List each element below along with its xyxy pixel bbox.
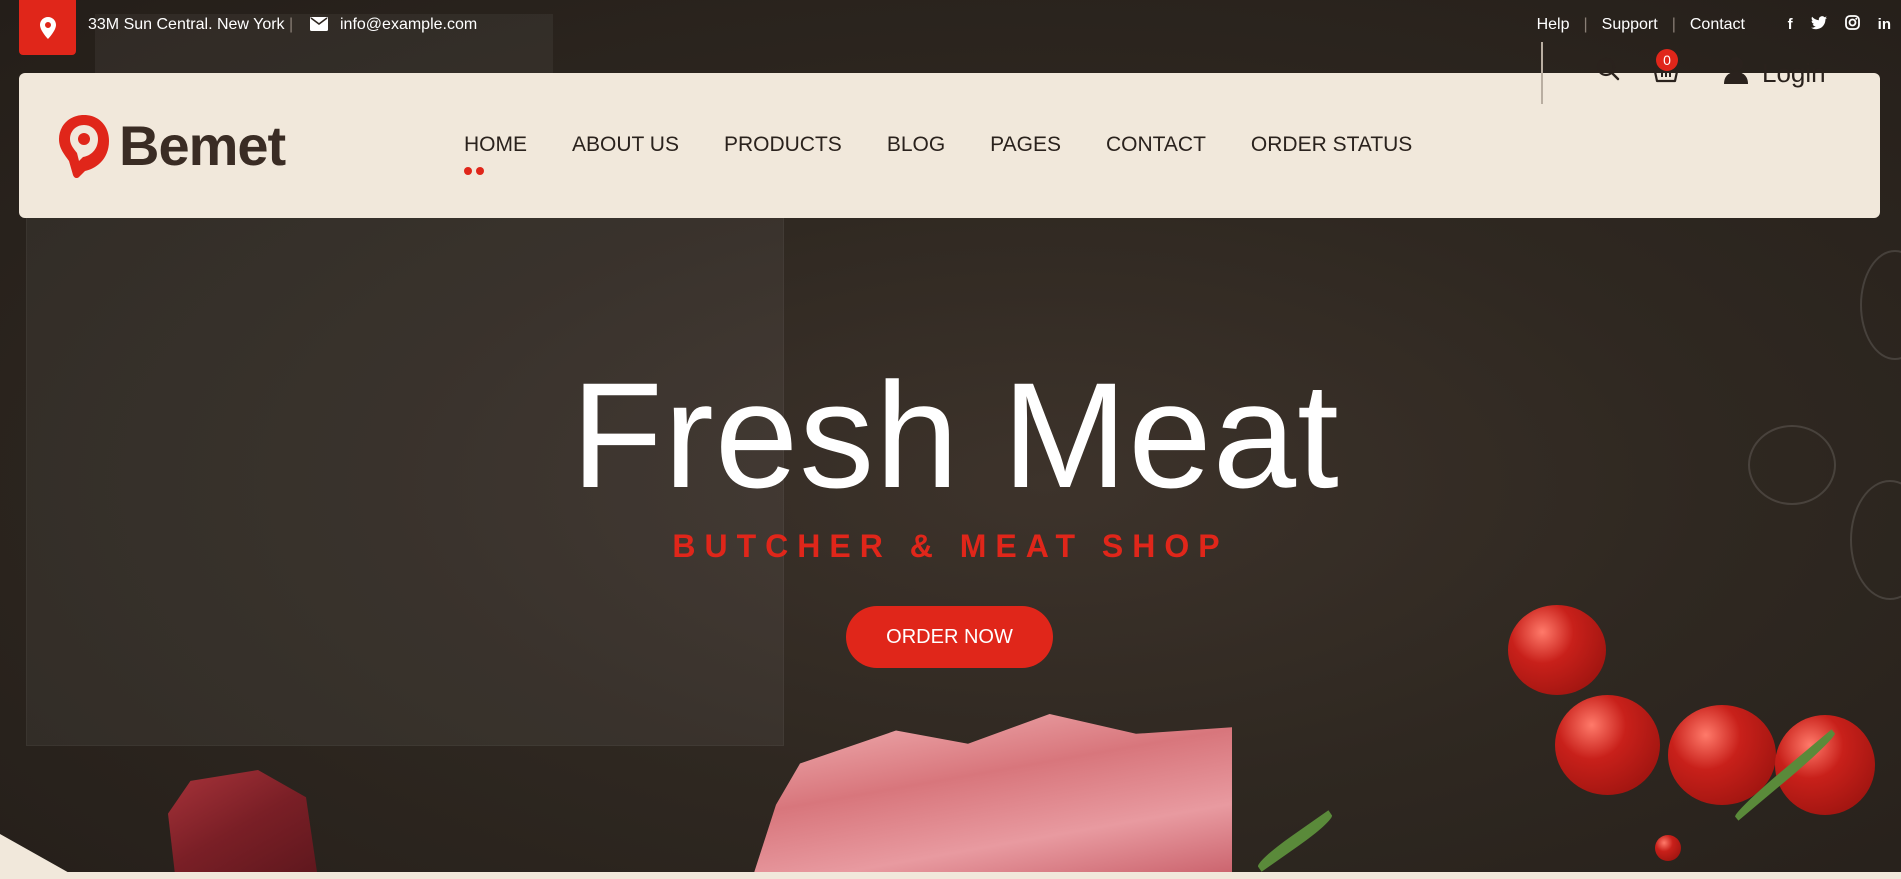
top-link-contact[interactable]: Contact xyxy=(1690,16,1745,34)
top-link-separator: | xyxy=(1583,16,1588,33)
top-links: Help | Support | Contact xyxy=(1537,16,1745,34)
main-nav: HOME ABOUT US PRODUCTS BLOG PAGES CONTAC… xyxy=(464,133,1412,175)
nav-item-blog[interactable]: BLOG xyxy=(887,133,945,157)
linkedin-icon[interactable]: in xyxy=(1878,16,1891,33)
top-link-separator: | xyxy=(1671,16,1676,33)
social-links: f in xyxy=(1788,15,1891,34)
tomato-image xyxy=(1508,605,1606,695)
user-icon[interactable] xyxy=(1724,56,1750,84)
bottom-strip xyxy=(0,872,1901,879)
top-address: 33M Sun Central. New York xyxy=(88,16,285,33)
envelope-icon xyxy=(310,17,328,36)
top-link-support[interactable]: Support xyxy=(1602,16,1658,34)
nav-item-contact[interactable]: CONTACT xyxy=(1106,133,1206,157)
instagram-icon[interactable] xyxy=(1844,15,1860,34)
nav-item-home[interactable]: HOME xyxy=(464,133,527,175)
header-divider xyxy=(1541,42,1543,104)
nav-item-about-us[interactable]: ABOUT US xyxy=(572,133,679,157)
order-now-button[interactable]: ORDER NOW xyxy=(846,606,1053,668)
nav-item-label: HOME xyxy=(464,133,527,156)
tomato-image xyxy=(1555,695,1660,795)
search-icon[interactable] xyxy=(1596,57,1622,83)
top-link-help[interactable]: Help xyxy=(1537,16,1570,34)
nav-item-products[interactable]: PRODUCTS xyxy=(724,133,842,157)
main-header: Bemet HOME ABOUT US PRODUCTS BLOG PAGES … xyxy=(19,73,1880,218)
location-pin-icon xyxy=(19,0,76,55)
meat-logo-icon xyxy=(59,115,109,179)
cart-count-badge: 0 xyxy=(1656,49,1678,71)
top-separator: | xyxy=(289,16,294,33)
hero-title: Fresh Meat xyxy=(571,351,1340,519)
hero-subtitle: BUTCHER & MEAT SHOP xyxy=(672,528,1229,564)
nav-item-pages[interactable]: PAGES xyxy=(990,133,1061,157)
top-email-link[interactable]: info@example.com xyxy=(340,16,477,34)
login-link[interactable]: Login xyxy=(1762,58,1826,89)
top-bar: 33M Sun Central. New York | info@example… xyxy=(0,0,1901,55)
nav-item-order-status[interactable]: ORDER STATUS xyxy=(1251,133,1412,157)
logo-text: Bemet xyxy=(119,114,286,177)
site-logo[interactable]: Bemet xyxy=(55,113,286,179)
active-indicator xyxy=(464,167,484,175)
facebook-icon[interactable]: f xyxy=(1788,16,1793,33)
peppercorn-image xyxy=(1655,835,1681,861)
twitter-icon[interactable] xyxy=(1810,15,1827,34)
